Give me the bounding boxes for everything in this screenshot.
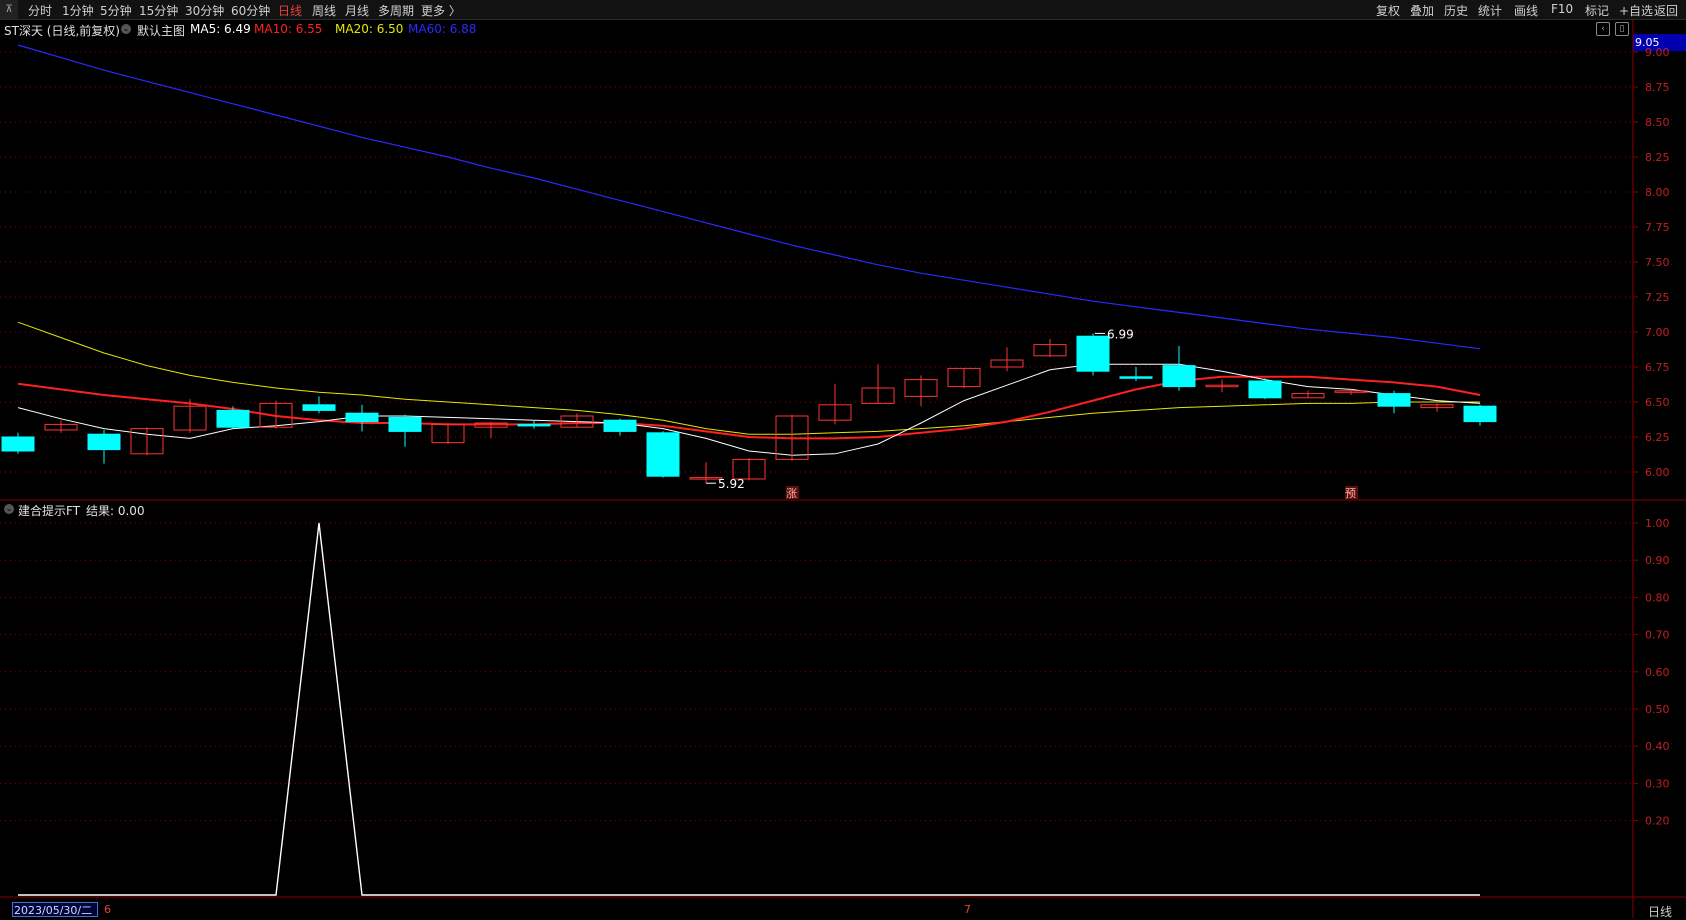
ind-y-tick-label: 0.80	[1645, 591, 1670, 604]
candle-body	[1119, 376, 1153, 379]
ind-y-tick-label: 0.30	[1645, 777, 1670, 790]
y-tick-label: 7.00	[1645, 326, 1670, 339]
ma60-line	[17, 44, 1481, 350]
y-tick-label: 6.00	[1645, 466, 1670, 479]
candle-body	[1, 436, 35, 452]
candle-body	[1076, 335, 1110, 372]
y-tick-label: 8.00	[1645, 186, 1670, 199]
ind-y-tick-label: 0.50	[1645, 703, 1670, 716]
y-tick-label: 6.50	[1645, 396, 1670, 409]
candle-body	[216, 409, 250, 428]
event-marker: 涨	[786, 487, 797, 500]
candle-body	[646, 432, 680, 477]
candle-body	[87, 433, 121, 451]
ind-y-tick-label: 0.40	[1645, 740, 1670, 753]
event-marker: 预	[1345, 487, 1356, 500]
y-tick-label: 6.25	[1645, 431, 1670, 444]
ind-y-tick-label: 0.20	[1645, 815, 1670, 828]
candle-body	[345, 412, 379, 423]
y-tick-label: 8.50	[1645, 116, 1670, 129]
ind-y-tick-label: 0.90	[1645, 554, 1670, 567]
y-tick-label: 7.25	[1645, 291, 1670, 304]
candle-body	[603, 419, 637, 432]
candle-body	[1377, 393, 1411, 407]
month-label-6: 6	[104, 903, 111, 916]
candle-body	[302, 404, 336, 411]
y-tick-label: 8.25	[1645, 151, 1670, 164]
candle-body	[1463, 405, 1497, 423]
y-tick-label: 7.50	[1645, 256, 1670, 269]
ind-y-tick-label: 0.60	[1645, 666, 1670, 679]
high-price-label: 6.99	[1107, 327, 1134, 341]
date-cursor-label: 2023/05/30/二	[12, 902, 98, 917]
y-tick-label: 7.75	[1645, 221, 1670, 234]
kline-chart[interactable]: 9.00 8.75 8.50 8.25 8.00 7.75 7.50 7.25 7.00 6.75…	[0, 0, 1686, 918]
month-label-7: 7	[964, 903, 971, 916]
ind-y-tick-label: 0.70	[1645, 629, 1670, 642]
y-tick-label: 8.75	[1645, 81, 1670, 94]
y-tick-label: 9.00	[1645, 46, 1670, 59]
candle-body	[517, 423, 551, 427]
candle-body	[1162, 365, 1196, 388]
low-price-label: 5.92	[718, 477, 745, 491]
period-label[interactable]: 日线	[1648, 903, 1672, 920]
y-tick-label: 6.75	[1645, 361, 1670, 374]
candle-body	[1248, 380, 1282, 399]
candle-body	[388, 416, 422, 432]
ind-y-tick-label: 1.00	[1645, 517, 1670, 530]
